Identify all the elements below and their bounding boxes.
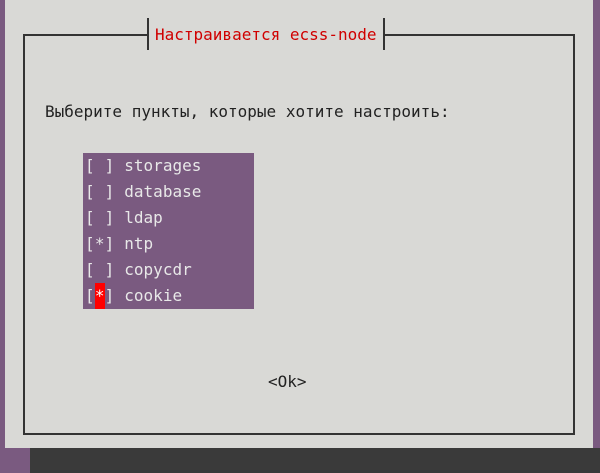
checkbox-close-bracket: ] <box>104 260 115 279</box>
checkbox-mark-focused[interactable]: * <box>94 283 105 309</box>
checkbox-mark[interactable] <box>95 257 105 283</box>
checkbox-close-bracket: ] <box>104 234 115 253</box>
dialog-prompt: Выберите пункты, которые хотите настроит… <box>45 102 450 121</box>
checklist-item-ldap[interactable]: [ ] ldap <box>83 205 254 231</box>
checklist-item-label: ntp <box>124 234 154 253</box>
checkbox-open-bracket: [ <box>85 260 95 279</box>
checklist-item-database[interactable]: [ ] database <box>83 179 254 205</box>
checkbox-open-bracket: [ <box>85 286 95 305</box>
checklist-item-label: cookie <box>124 286 183 305</box>
checklist-item-storages[interactable]: [ ] storages <box>83 153 254 179</box>
checklist-item-ntp[interactable]: [*] ntp <box>83 231 254 257</box>
checklist-item-cookie[interactable]: [*] cookie <box>83 283 254 309</box>
checklist-item-label: copycdr <box>124 260 192 279</box>
checkbox-open-bracket: [ <box>85 234 95 253</box>
dialog-title: Настраивается ecss-node <box>147 18 385 50</box>
ok-button[interactable]: <Ok> <box>268 372 307 391</box>
checkbox-close-bracket: ] <box>104 286 115 305</box>
checkbox-mark[interactable] <box>95 153 105 179</box>
checklist-item-label: storages <box>124 156 202 175</box>
checkbox-close-bracket: ] <box>104 156 115 175</box>
checkbox-mark[interactable]: * <box>95 231 105 257</box>
checkbox-close-bracket: ] <box>104 208 115 227</box>
checklist-item-copycdr[interactable]: [ ] copycdr <box>83 257 254 283</box>
checkbox-open-bracket: [ <box>85 156 95 175</box>
checkbox-mark[interactable] <box>95 179 105 205</box>
checklist-item-label: ldap <box>124 208 163 227</box>
dialog-shadow <box>30 448 600 473</box>
dialog-window: Настраивается ecss-node Выберите пункты,… <box>5 0 593 448</box>
checklist-item-label: database <box>124 182 202 201</box>
checkbox-close-bracket: ] <box>104 182 115 201</box>
checkbox-open-bracket: [ <box>85 182 95 201</box>
checkbox-open-bracket: [ <box>85 208 95 227</box>
checkbox-mark[interactable] <box>95 205 105 231</box>
checklist: [ ] storages [ ] database [ ] ldap [*] ntp [… <box>83 153 254 309</box>
